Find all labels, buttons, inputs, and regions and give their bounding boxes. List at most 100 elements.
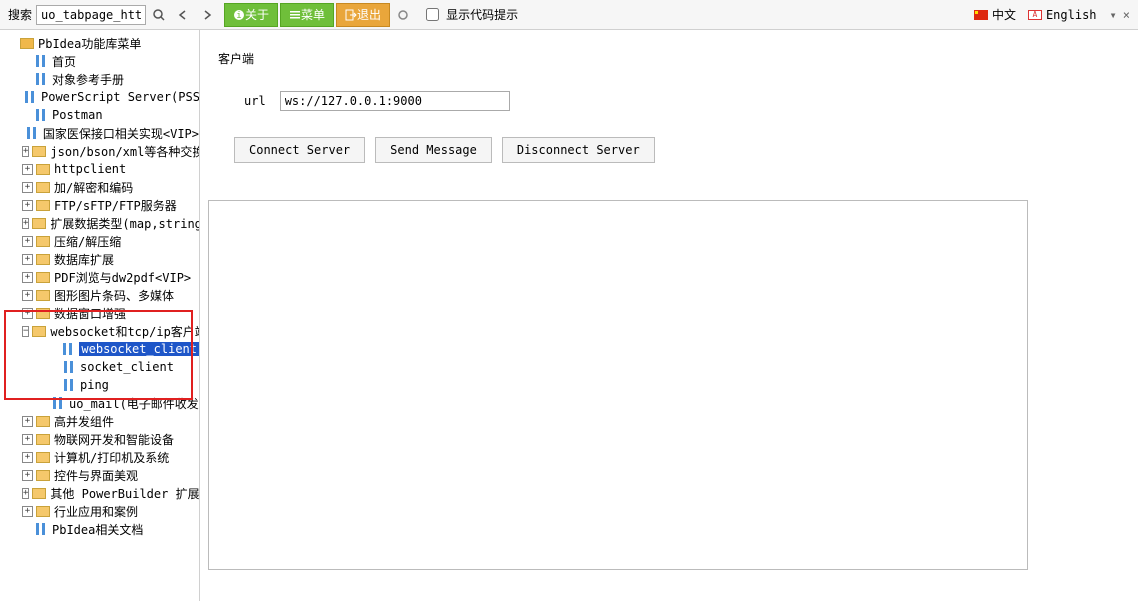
close-button[interactable]: × bbox=[1123, 8, 1130, 22]
folder-icon bbox=[36, 452, 50, 463]
item-icon bbox=[53, 397, 65, 409]
minimize-button[interactable]: ▾ bbox=[1110, 8, 1117, 22]
tree-item[interactable]: +httpclient bbox=[18, 160, 199, 178]
tree-item-label: PbIdea相关文档 bbox=[52, 521, 143, 538]
folder-icon bbox=[36, 308, 50, 319]
tree-item[interactable]: +行业应用和案例 bbox=[18, 502, 199, 520]
expand-icon[interactable]: + bbox=[22, 146, 29, 157]
tree-item[interactable]: +控件与界面美观 bbox=[18, 466, 199, 484]
url-input[interactable] bbox=[280, 91, 510, 111]
nav-back-button[interactable] bbox=[172, 4, 194, 26]
tree-item[interactable]: + 其他 PowerBuilder 扩展功能 bbox=[18, 484, 199, 502]
tree-item[interactable]: −websocket和tcp/ip客户端 bbox=[18, 322, 199, 340]
expand-icon[interactable]: + bbox=[22, 254, 33, 265]
tree-item[interactable]: + 图形图片条码、多媒体 bbox=[18, 286, 199, 304]
expand-icon[interactable]: + bbox=[22, 200, 33, 211]
tree-item-label: 对象参考手册 bbox=[52, 71, 124, 88]
tree-item[interactable]: + 数据窗口增强 bbox=[18, 304, 199, 322]
expand-icon[interactable]: + bbox=[22, 164, 33, 175]
tree-item[interactable]: +加/解密和编码 bbox=[18, 178, 199, 196]
expand-icon[interactable]: + bbox=[22, 290, 33, 301]
send-button[interactable]: Send Message bbox=[375, 137, 492, 163]
tree-item-label: 其他 PowerBuilder 扩展功能 bbox=[50, 485, 200, 502]
tree-root-node[interactable]: PbIdea功能库菜单 bbox=[2, 34, 199, 52]
tree-item[interactable]: +计算机/打印机及系统 bbox=[18, 448, 199, 466]
expand-icon[interactable]: + bbox=[22, 236, 33, 247]
show-code-hint-toggle[interactable]: 显示代码提示 bbox=[416, 5, 524, 24]
expand-icon[interactable]: + bbox=[22, 308, 33, 319]
tree-item[interactable]: + 物联网开发和智能设备 bbox=[18, 430, 199, 448]
button-row: Connect Server Send Message Disconnect S… bbox=[208, 111, 1138, 163]
tree-item[interactable]: socket_client bbox=[46, 358, 199, 376]
about-button[interactable]: i关于 bbox=[224, 3, 278, 27]
search-input[interactable] bbox=[36, 5, 146, 25]
tree-item-label: ping bbox=[80, 378, 109, 392]
tree-item[interactable]: + 数据库扩展 bbox=[18, 250, 199, 268]
tree-item-label: 图形图片条码、多媒体 bbox=[54, 287, 174, 304]
expand-icon[interactable]: + bbox=[22, 470, 33, 481]
item-icon bbox=[64, 361, 76, 373]
tree-item[interactable]: PowerScript Server(PSS)<VIP> bbox=[18, 88, 199, 106]
tree-item-label: Postman bbox=[52, 108, 103, 122]
url-row: url bbox=[208, 79, 1138, 111]
expand-icon[interactable]: + bbox=[22, 218, 29, 229]
exit-button[interactable]: 退出 bbox=[336, 3, 390, 27]
tree-item[interactable]: 首页 bbox=[18, 52, 199, 70]
tree-item-label: 数据库扩展 bbox=[54, 251, 114, 268]
sidebar[interactable]: PbIdea功能库菜单 首页对象参考手册PowerScript Server(P… bbox=[0, 30, 200, 601]
expand-icon[interactable]: + bbox=[22, 452, 33, 463]
tree-item[interactable]: ping bbox=[46, 376, 199, 394]
toggle-spacer bbox=[22, 524, 33, 535]
client-panel: url Connect Server Send Message Disconne… bbox=[208, 79, 1138, 163]
show-code-hint-checkbox[interactable] bbox=[426, 8, 439, 21]
menu-button[interactable]: 菜单 bbox=[280, 3, 334, 27]
expand-icon[interactable]: + bbox=[22, 416, 33, 427]
tree-item-label: 数据窗口增强 bbox=[54, 305, 126, 322]
show-code-hint-label: 显示代码提示 bbox=[446, 6, 518, 23]
connect-button[interactable]: Connect Server bbox=[234, 137, 365, 163]
expand-icon[interactable]: + bbox=[22, 488, 29, 499]
tree-item[interactable]: 对象参考手册 bbox=[18, 70, 199, 88]
expand-icon[interactable]: + bbox=[22, 182, 33, 193]
folder-icon bbox=[32, 218, 46, 229]
flag-en-icon: A bbox=[1028, 10, 1042, 20]
tree-item-label: 物联网开发和智能设备 bbox=[54, 431, 174, 448]
tab-client[interactable]: 客户端 bbox=[208, 46, 1138, 71]
tree-item[interactable]: uo_mail(电子邮件收发) bbox=[46, 394, 199, 412]
folder-icon bbox=[36, 182, 50, 193]
tree-item[interactable]: +高并发组件 bbox=[18, 412, 199, 430]
expand-icon[interactable]: + bbox=[22, 506, 33, 517]
tree-item[interactable]: Postman bbox=[18, 106, 199, 124]
folder-icon bbox=[36, 416, 50, 427]
tree-item[interactable]: 国家医保接口相关实现<VIP> bbox=[18, 124, 199, 142]
tree-item[interactable]: + PDF浏览与dw2pdf<VIP> bbox=[18, 268, 199, 286]
item-icon bbox=[36, 523, 48, 535]
lang-cn-button[interactable]: 中文 bbox=[969, 4, 1021, 26]
collapse-icon[interactable]: − bbox=[22, 326, 29, 337]
lang-en-button[interactable]: AEnglish bbox=[1023, 4, 1102, 26]
item-icon bbox=[64, 379, 76, 391]
tree-item[interactable]: + 压缩/解压缩 bbox=[18, 232, 199, 250]
arrow-left-icon bbox=[178, 10, 188, 20]
folder-icon bbox=[36, 254, 50, 265]
tree-item-label: PDF浏览与dw2pdf<VIP> bbox=[54, 269, 191, 286]
tree-item-label: 首页 bbox=[52, 53, 76, 70]
output-textarea[interactable] bbox=[208, 200, 1028, 570]
tree-item[interactable]: PbIdea相关文档 bbox=[18, 520, 199, 538]
folder-icon bbox=[36, 200, 50, 211]
disconnect-button[interactable]: Disconnect Server bbox=[502, 137, 655, 163]
tree-item[interactable]: +FTP/sFTP/FTP服务器 bbox=[18, 196, 199, 214]
expand-icon[interactable]: + bbox=[22, 272, 33, 283]
item-icon bbox=[36, 55, 48, 67]
search-label: 搜索 bbox=[2, 6, 34, 23]
nav-forward-button[interactable] bbox=[196, 4, 218, 26]
expand-icon[interactable]: + bbox=[22, 434, 33, 445]
record-button[interactable] bbox=[392, 4, 414, 26]
tree-item[interactable]: +扩展数据类型(map,string等) bbox=[18, 214, 199, 232]
toggle-spacer bbox=[22, 74, 33, 85]
tree-item[interactable]: +json/bson/xml等各种交换格式 bbox=[18, 142, 199, 160]
search-button[interactable] bbox=[148, 4, 170, 26]
tree-item[interactable]: websocket_client bbox=[46, 340, 199, 358]
tree-item-label: 压缩/解压缩 bbox=[54, 233, 121, 250]
info-icon: i bbox=[233, 9, 245, 21]
